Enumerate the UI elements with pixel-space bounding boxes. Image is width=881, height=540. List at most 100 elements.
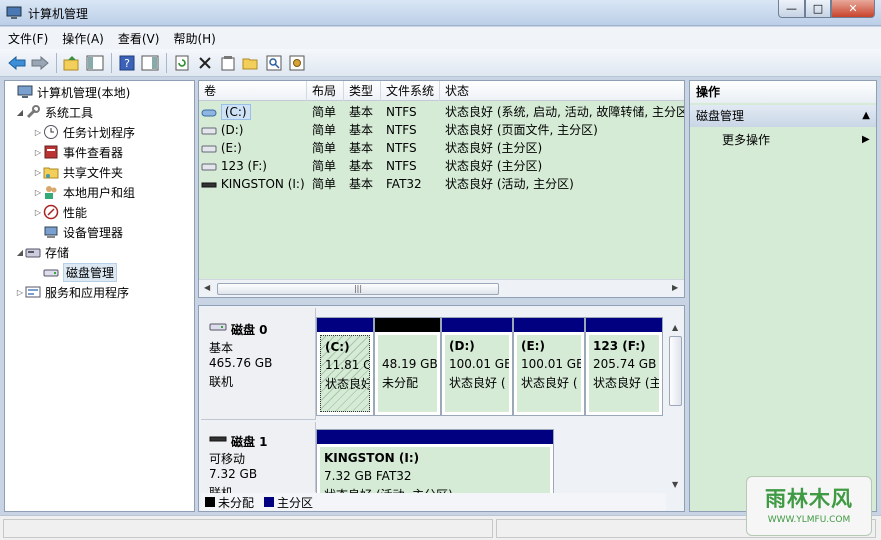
scrollbar-thumb[interactable]: ||| — [217, 283, 499, 295]
partition-bar — [586, 318, 662, 332]
expanded-arrow-icon[interactable]: ◢ — [15, 108, 25, 117]
volume-name: 123 (F:) — [220, 159, 267, 173]
disk-size: 7.32 GB — [209, 467, 258, 481]
partition-bar — [514, 318, 584, 332]
open-icon[interactable] — [240, 52, 262, 74]
scroll-left-icon[interactable]: ◀ — [204, 283, 210, 292]
disk1-label[interactable]: 磁盘 1 可移动 7.32 GB 联机 — [201, 422, 316, 500]
tree-label: 磁盘管理 — [63, 262, 118, 282]
section-label: 磁盘管理 — [696, 109, 745, 123]
horizontal-scrollbar[interactable]: ◀ ||| ▶ — [199, 279, 684, 297]
table-row[interactable]: (D:) 简单 基本 NTFS 状态良好 (页面文件, 主分区) — [199, 121, 684, 139]
users-icon — [45, 186, 57, 199]
tree-label: 事件查看器 — [63, 145, 124, 160]
collapsed-arrow-icon[interactable]: ▷ — [33, 128, 43, 137]
table-row[interactable]: (C:) 简单 基本 NTFS 状态良好 (系统, 启动, 活动, 故障转储, … — [199, 103, 684, 121]
tree-item-disk-management[interactable]: 磁盘管理 — [43, 262, 118, 282]
scroll-right-icon[interactable]: ▶ — [672, 283, 678, 292]
collapsed-arrow-icon[interactable]: ▷ — [33, 188, 43, 197]
tree-item-local-users[interactable]: ▷ 本地用户和组 — [33, 182, 135, 202]
submenu-arrow-icon[interactable]: ▶ — [862, 131, 870, 149]
column-header-status[interactable]: 状态 — [440, 81, 684, 101]
partition-size: 100.01 GB — [521, 357, 581, 371]
disk-size: 465.76 GB — [209, 356, 273, 370]
partition-label: (D:) — [449, 339, 475, 353]
collapsed-arrow-icon[interactable]: ▷ — [33, 168, 43, 177]
delete-icon[interactable] — [194, 52, 216, 74]
partition-d[interactable]: (D:) 100.01 GB 状态良好 ( — [441, 317, 513, 416]
up-icon[interactable] — [61, 52, 83, 74]
table-row[interactable]: KINGSTON (I:) 简单 基本 FAT32 状态良好 (活动, 主分区) — [199, 175, 684, 193]
vertical-scrollbar[interactable]: ▲ ▼ — [668, 322, 684, 492]
partition-bar — [442, 318, 512, 332]
maximize-button[interactable]: □ — [805, 0, 831, 18]
table-row[interactable]: (E:) 简单 基本 NTFS 状态良好 (主分区) — [199, 139, 684, 157]
menu-file[interactable]: 文件(F) — [8, 30, 48, 47]
disk0-label[interactable]: 磁盘 0 基本 465.76 GB 联机 — [201, 308, 316, 420]
forward-icon[interactable] — [29, 52, 51, 74]
unallocated-swatch — [205, 497, 215, 507]
volume-filesystem: NTFS — [386, 141, 417, 155]
tree-item-storage[interactable]: ◢ 存储 — [15, 242, 69, 262]
volume-name: (C:) — [220, 104, 251, 120]
help-icon[interactable]: ? — [116, 52, 138, 74]
show-hide-tree-icon[interactable] — [84, 52, 106, 74]
partition-body: 123 (F:) 205.74 GB 状态良好 (主 — [589, 335, 659, 412]
column-header-layout[interactable]: 布局 — [307, 81, 344, 101]
window-title: 计算机管理 — [28, 7, 89, 21]
tree-item-event-viewer[interactable]: ▷ 事件查看器 — [33, 142, 123, 162]
tree-item-root[interactable]: 计算机管理(本地) — [7, 82, 130, 102]
properties-icon[interactable] — [217, 52, 239, 74]
partition-e[interactable]: (E:) 100.01 GB 状态良好 ( — [513, 317, 585, 416]
settings-icon[interactable] — [286, 52, 308, 74]
tree-label: 系统工具 — [45, 105, 94, 120]
tree-item-shared-folders[interactable]: ▷ 共享文件夹 — [33, 162, 123, 182]
partition-c[interactable]: (C:) 11.81 GB 状态良好 — [316, 317, 374, 416]
partition-size: 7.32 GB FAT32 — [324, 469, 412, 483]
volume-type: 基本 — [349, 123, 374, 137]
back-icon[interactable] — [6, 52, 28, 74]
scroll-down-icon[interactable]: ▼ — [672, 480, 678, 489]
volume-status: 状态良好 (活动, 主分区) — [445, 177, 574, 191]
collapsed-arrow-icon[interactable]: ▷ — [33, 148, 43, 157]
search-icon[interactable] — [263, 52, 285, 74]
more-actions-link[interactable]: 更多操作 — [722, 131, 770, 149]
tree-item-system-tools[interactable]: ◢ 系统工具 — [15, 102, 93, 122]
collapse-up-icon[interactable]: ▲ — [862, 105, 870, 127]
scroll-up-icon[interactable]: ▲ — [672, 323, 678, 332]
column-header-filesystem[interactable]: 文件系统 — [381, 81, 440, 101]
tools-icon — [26, 105, 40, 119]
column-header-type[interactable]: 类型 — [344, 81, 381, 101]
tree-item-device-manager[interactable]: 设备管理器 — [43, 222, 123, 242]
column-header-volume[interactable]: 卷 — [199, 81, 307, 101]
legend-unallocated: 未分配 — [218, 495, 255, 510]
tree-item-task-scheduler[interactable]: ▷ 任务计划程序 — [33, 122, 135, 142]
tree-item-services-apps[interactable]: ▷ 服务和应用程序 — [15, 282, 129, 302]
volume-layout: 简单 — [312, 159, 337, 173]
partition-f[interactable]: 123 (F:) 205.74 GB 状态良好 (主 — [585, 317, 663, 416]
volume-filesystem: NTFS — [386, 159, 417, 173]
partition-body: KINGSTON (I:) 7.32 GB FAT32 状态良好 (活动, 主分… — [320, 447, 550, 495]
volume-status: 状态良好 (主分区) — [445, 141, 543, 155]
actions-section-disk-management[interactable]: 磁盘管理 ▲ — [690, 105, 876, 127]
computer-management-icon — [6, 6, 22, 19]
partition-label: 123 (F:) — [593, 339, 646, 353]
tree-item-performance[interactable]: ▷ 性能 — [33, 202, 87, 222]
partition-unallocated[interactable]: 48.19 GB 未分配 — [374, 317, 441, 416]
partition-i[interactable]: KINGSTON (I:) 7.32 GB FAT32 状态良好 (活动, 主分… — [316, 429, 554, 495]
collapsed-arrow-icon[interactable]: ▷ — [33, 208, 43, 217]
menu-help[interactable]: 帮助(H) — [173, 30, 215, 47]
partition-body: (D:) 100.01 GB 状态良好 ( — [445, 335, 509, 412]
menu-view[interactable]: 查看(V) — [118, 30, 160, 47]
expanded-arrow-icon[interactable]: ◢ — [15, 248, 25, 257]
show-hide-action-icon[interactable] — [139, 52, 161, 74]
collapsed-arrow-icon[interactable]: ▷ — [15, 288, 25, 297]
menu-action[interactable]: 操作(A) — [62, 30, 104, 47]
drive-icon — [201, 109, 217, 116]
table-row[interactable]: 123 (F:) 简单 基本 NTFS 状态良好 (主分区) — [199, 157, 684, 175]
scrollbar-thumb[interactable] — [669, 336, 682, 406]
refresh-icon[interactable] — [171, 52, 193, 74]
partition-size: 48.19 GB — [382, 357, 437, 371]
minimize-button[interactable]: — — [778, 0, 805, 18]
close-button[interactable]: ✕ — [831, 0, 875, 18]
